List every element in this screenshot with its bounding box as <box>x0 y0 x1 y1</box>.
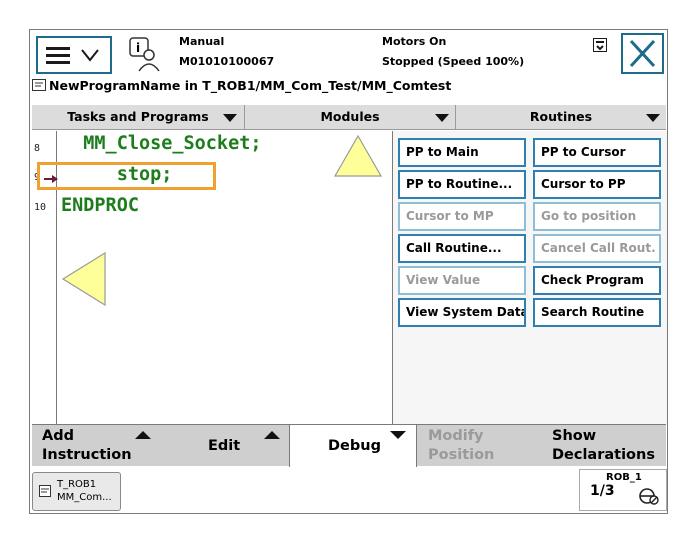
chevron-down-icon <box>223 114 237 122</box>
line-number: 8 <box>34 143 41 154</box>
show-declarations-button[interactable]: Show Declarations <box>542 425 666 467</box>
pp-to-routine-button[interactable]: PP to Routine... <box>398 170 526 199</box>
increment-fraction: 1/3 <box>590 483 615 499</box>
chevron-down-icon <box>646 114 660 122</box>
modify-label: Modify <box>428 428 484 444</box>
debug-button[interactable]: Debug <box>289 425 417 467</box>
debug-label: Debug <box>328 438 381 454</box>
check-program-button[interactable]: Check Program <box>533 266 661 295</box>
event-log-person-icon[interactable]: i <box>126 35 166 73</box>
motor-state: Motors On <box>382 35 447 48</box>
edit-label: Edit <box>208 438 241 454</box>
operating-mode: Manual <box>179 35 225 48</box>
cursor-highlight <box>37 162 216 190</box>
tab-label: Modules <box>320 109 380 124</box>
program-path-title: NewProgramName in T_ROB1/MM_Com_Test/MM_… <box>32 78 662 97</box>
line-number: 10 <box>34 202 47 213</box>
triangle-up-hint-icon <box>333 134 383 177</box>
run-state: Stopped (Speed 100%) <box>382 55 525 68</box>
coordinate-system-icon <box>639 488 659 505</box>
code-line[interactable]: ENDPROC <box>61 195 139 216</box>
cancel-call-routine-button: Cancel Call Rout. <box>533 234 661 263</box>
svg-text:i: i <box>136 41 140 55</box>
code-editor[interactable]: 8 9 10 MM_Close_Socket; stop; ENDPROC <box>32 131 392 424</box>
show-label: Show <box>552 428 597 444</box>
close-button[interactable] <box>621 33 664 74</box>
taskbar: T_ROB1 MM_Com... ROB_1 1/3 <box>30 467 667 513</box>
modify-position-button: Modify Position <box>416 425 542 467</box>
declarations-label: Declarations <box>552 447 655 463</box>
task-label: T_ROB1 <box>57 479 97 490</box>
chevron-up-icon <box>135 431 151 439</box>
program-editor-icon <box>39 485 51 497</box>
add-instruction-button[interactable]: Add Instruction <box>32 425 160 467</box>
go-to-position-button: Go to position <box>533 202 661 231</box>
code-line[interactable]: MM_Close_Socket; <box>61 133 261 154</box>
instruction-label: Instruction <box>42 447 132 463</box>
task-module-label: MM_Com... <box>57 492 112 503</box>
chevron-down-icon <box>435 114 449 122</box>
pp-to-cursor-button[interactable]: PP to Cursor <box>533 138 661 167</box>
program-path-label: NewProgramName in T_ROB1/MM_Com_Test/MM_… <box>49 78 452 93</box>
chevron-down-icon <box>390 431 406 439</box>
cursor-to-mp-button: Cursor to MP <box>398 202 526 231</box>
debug-menu-panel: PP to Main PP to Cursor PP to Routine...… <box>392 131 667 424</box>
editor-tab-bar: Tasks and Programs Modules Routines <box>32 105 666 130</box>
triangle-left-hint-icon <box>61 251 106 307</box>
editor-toolbar: Add Instruction Edit Debug Modify Positi… <box>32 424 666 467</box>
view-system-data-button[interactable]: View System Data <box>398 298 526 327</box>
view-value-button: View Value <box>398 266 526 295</box>
controller-id: M01010100067 <box>179 55 275 68</box>
mechanical-unit-label: ROB_1 <box>606 472 642 483</box>
abb-menu-button[interactable] <box>36 36 112 74</box>
quickset-button[interactable]: ROB_1 1/3 <box>579 469 667 511</box>
call-routine-button[interactable]: Call Routine... <box>398 234 526 263</box>
minimize-window-icon[interactable] <box>593 37 607 56</box>
add-label: Add <box>42 428 74 444</box>
program-editor-icon <box>32 79 46 91</box>
position-label: Position <box>428 447 495 463</box>
tab-routines[interactable]: Routines <box>456 105 666 130</box>
search-routine-button[interactable]: Search Routine <box>533 298 661 327</box>
status-bar: Manual M01010100067 Motors On Stopped (S… <box>172 33 616 75</box>
tab-modules[interactable]: Modules <box>245 105 455 130</box>
pp-to-main-button[interactable]: PP to Main <box>398 138 526 167</box>
edit-button[interactable]: Edit <box>160 425 288 467</box>
taskbar-program-editor-button[interactable]: T_ROB1 MM_Com... <box>32 472 121 511</box>
tab-tasks-and-programs[interactable]: Tasks and Programs <box>32 105 244 130</box>
flexpendant-window: i Manual M01010100067 Motors On Stopped … <box>29 29 668 514</box>
cursor-to-pp-button[interactable]: Cursor to PP <box>533 170 661 199</box>
tab-label: Tasks and Programs <box>67 109 209 124</box>
tab-label: Routines <box>529 109 593 124</box>
chevron-up-icon <box>264 431 280 439</box>
